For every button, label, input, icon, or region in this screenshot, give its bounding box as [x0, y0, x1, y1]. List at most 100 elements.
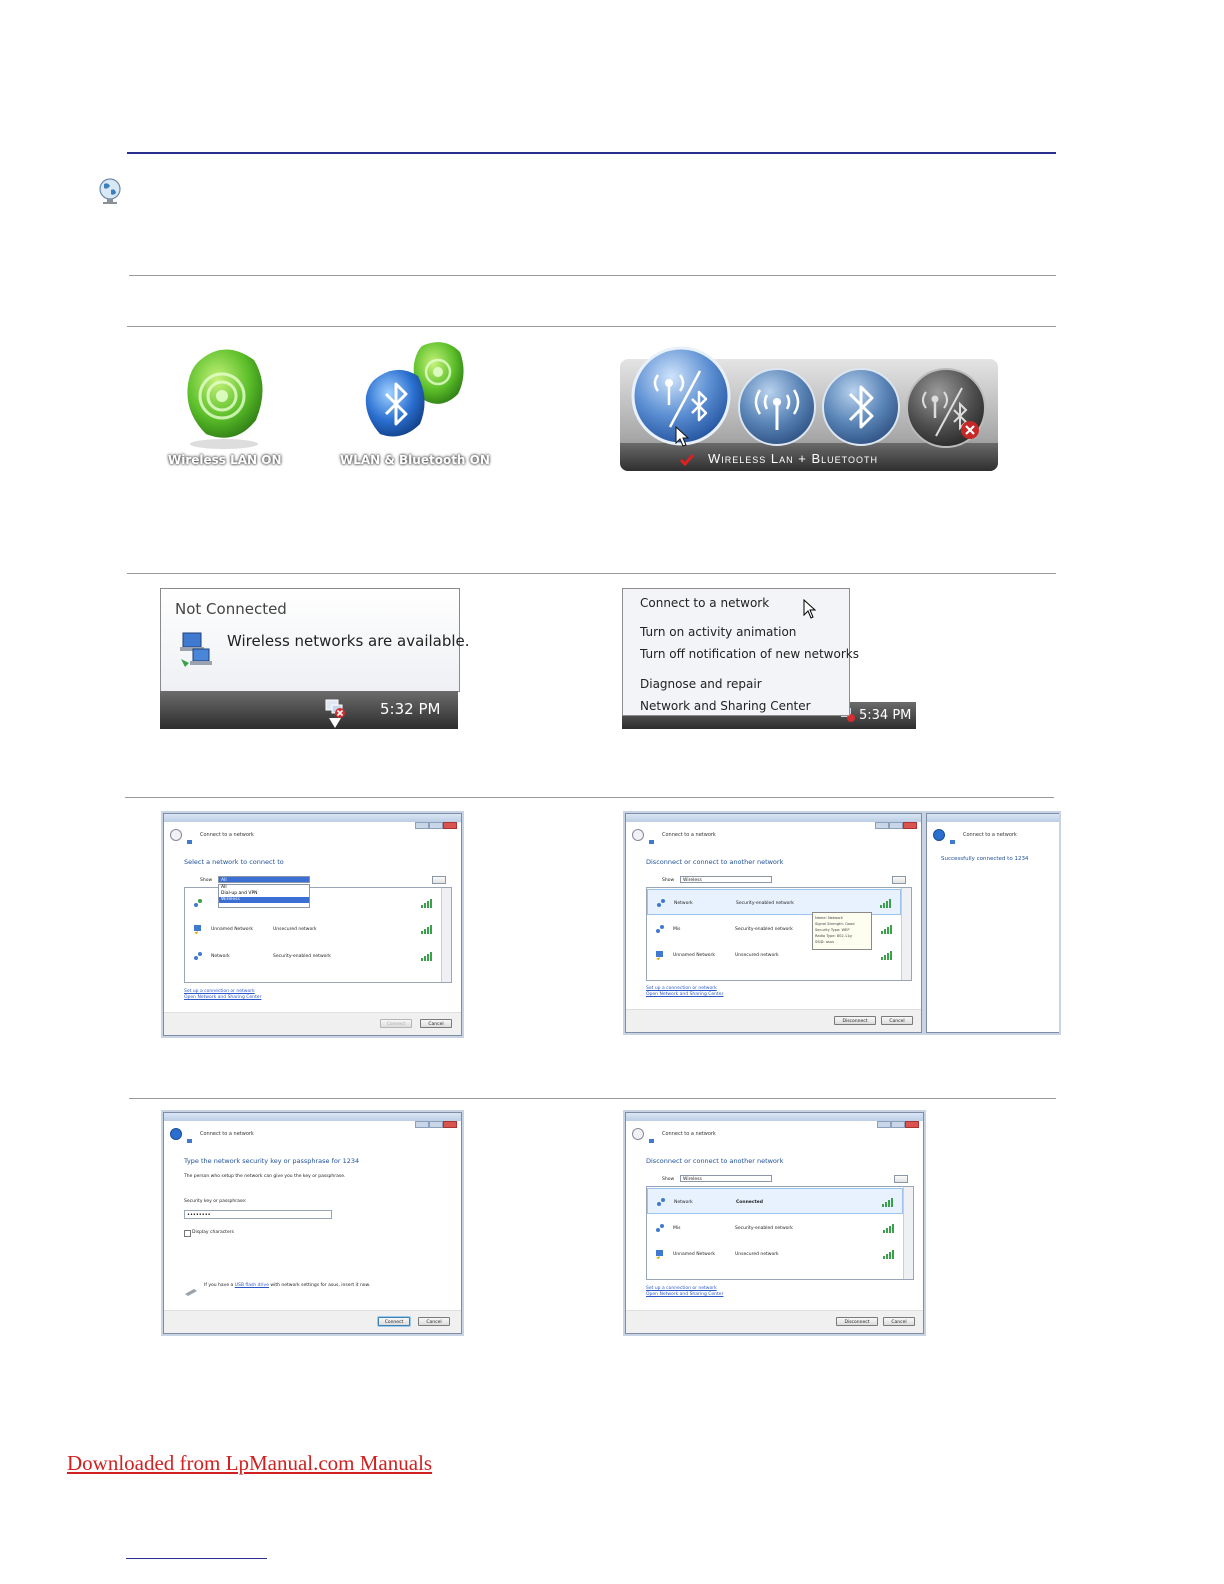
network-icon	[186, 1130, 193, 1143]
cancel-button[interactable]: Cancel	[418, 1317, 450, 1326]
network-tray-icon[interactable]	[324, 699, 346, 719]
cancel-button[interactable]: Cancel	[881, 1016, 913, 1025]
all-off-mode-icon[interactable]	[904, 366, 988, 450]
dialog-title: Connect to a network	[200, 832, 254, 838]
network-status: Connected	[736, 1200, 763, 1205]
setup-connection-link[interactable]: Set up a connection or network	[184, 989, 255, 994]
dialog-title: Connect to a network	[662, 1131, 716, 1137]
network-row[interactable]: Network Security-enabled network	[185, 943, 441, 969]
success-message: Successfully connected to 1234	[941, 856, 1029, 862]
wlan-bluetooth-on-icon	[360, 338, 470, 450]
network-icon	[656, 898, 666, 908]
section-rule	[127, 573, 1056, 574]
wlan-only-mode-icon[interactable]	[736, 366, 818, 448]
show-filter-select[interactable]: All	[218, 876, 310, 883]
section-rule	[127, 326, 1056, 327]
setup-connection-link[interactable]: Set up a connection or network	[646, 1286, 717, 1291]
network-icon	[648, 831, 655, 844]
connect-button[interactable]: Connect	[378, 1317, 410, 1326]
disconnect-button[interactable]: Disconnect	[836, 1317, 878, 1326]
network-row[interactable]: Unnamed Network Unsecured network	[185, 916, 441, 942]
network-name: Unnamed Network	[211, 927, 253, 932]
tray-clock: 5:32 PM	[380, 700, 441, 718]
network-sharing-center-link[interactable]: Open Network and Sharing Center	[646, 1292, 723, 1297]
section-rule	[129, 1098, 1056, 1099]
network-sharing-center-link[interactable]: Open Network and Sharing Center	[646, 992, 723, 997]
cancel-button[interactable]: Cancel	[883, 1317, 915, 1326]
network-status: Security-enabled network	[735, 927, 793, 932]
connect-button[interactable]: Connect	[380, 1019, 412, 1028]
usb-hint-prefix: If you have a	[204, 1283, 235, 1288]
network-row[interactable]: Mis Security-enabled network	[647, 1215, 903, 1241]
bluetooth-only-mode-icon[interactable]	[820, 366, 902, 448]
back-arrow-icon[interactable]	[632, 1128, 644, 1140]
signal-strength-icon	[421, 951, 435, 961]
network-icon	[193, 924, 203, 934]
dropdown-option[interactable]: Wireless	[219, 897, 309, 903]
signal-strength-icon	[880, 898, 894, 908]
tooltip-line: SSID: asus	[815, 940, 834, 944]
display-characters-checkbox[interactable]	[184, 1230, 191, 1237]
refresh-button[interactable]	[432, 876, 446, 884]
signal-strength-icon	[883, 1249, 897, 1259]
network-list: Network Connected Mis Security-enabled n…	[646, 1186, 914, 1280]
balloon-pointer	[329, 718, 341, 728]
list-scrollbar[interactable]	[901, 888, 911, 980]
show-filter-dropdown: All Dial-up and VPN Wireless	[218, 884, 310, 908]
network-sharing-center-link[interactable]: Open Network and Sharing Center	[184, 995, 261, 1000]
menu-item-notification-new-networks[interactable]: Turn off notification of new networks	[640, 647, 859, 661]
dialog-heading: Disconnect or connect to another network	[646, 858, 784, 866]
network-icon	[648, 1130, 655, 1143]
security-key-field[interactable]: ••••••••	[184, 1210, 332, 1219]
key-help-text: The person who setup the network can giv…	[184, 1174, 346, 1179]
tray-clock: 5:34 PM	[859, 708, 912, 723]
taskbar: 5:32 PM	[160, 691, 458, 729]
cancel-button[interactable]: Cancel	[420, 1019, 452, 1028]
usb-flash-drive-link[interactable]: USB flash drive	[235, 1283, 269, 1288]
checkmark-icon	[679, 451, 695, 467]
osd-mode-label: Wireless Lan + Bluetooth	[708, 451, 878, 466]
menu-item-network-sharing-center[interactable]: Network and Sharing Center	[640, 699, 811, 713]
network-row[interactable]: Unnamed Network Unsecured network	[647, 1241, 903, 1267]
disconnect-button[interactable]: Disconnect	[834, 1016, 876, 1025]
menu-item-connect-to-a-network[interactable]: Connect to a network	[640, 596, 769, 610]
setup-connection-link[interactable]: Set up a connection or network	[646, 986, 717, 991]
network-row[interactable]: Network Connected	[647, 1188, 903, 1214]
dialog-title: Connect to a network	[963, 832, 1017, 838]
signal-strength-icon	[882, 1197, 896, 1207]
show-filter-select[interactable]: Wireless	[680, 876, 772, 883]
usb-hint: If you have a USB flash drive with netwo…	[204, 1283, 370, 1288]
show-filter-select[interactable]: Wireless	[680, 1175, 772, 1182]
connect-network-dialog-disconnect: Connect to a network Disconnect or conne…	[625, 813, 922, 1033]
show-label: Show	[662, 878, 675, 883]
network-name: Network	[674, 901, 693, 906]
dialog-title: Connect to a network	[662, 832, 716, 838]
menu-item-diagnose-and-repair[interactable]: Diagnose and repair	[640, 677, 762, 691]
download-source-link[interactable]: Downloaded from LpManual.com Manuals	[67, 1451, 432, 1476]
network-icon	[949, 831, 956, 844]
section-rule	[129, 275, 1056, 276]
dialog-heading: Disconnect or connect to another network	[646, 1157, 784, 1165]
network-name: Network	[674, 1200, 693, 1205]
list-scrollbar[interactable]	[903, 1187, 913, 1279]
network-name: Network	[211, 954, 230, 959]
wlan-bluetooth-mode-icon[interactable]	[630, 345, 732, 447]
back-arrow-icon[interactable]	[933, 829, 945, 841]
connect-network-dialog-success: Connect to a network Successfully connec…	[926, 813, 1059, 1033]
signal-strength-icon	[881, 924, 895, 934]
footer-rule	[126, 1558, 267, 1559]
dialog-heading: Select a network to connect to	[184, 858, 284, 866]
list-scrollbar[interactable]	[441, 888, 451, 982]
dialog-footer: Connect Cancel	[164, 1012, 461, 1035]
back-arrow-icon[interactable]	[170, 1128, 182, 1140]
network-icon	[656, 1197, 666, 1207]
refresh-button[interactable]	[894, 1175, 908, 1183]
refresh-button[interactable]	[892, 876, 906, 884]
menu-item-activity-animation[interactable]: Turn on activity animation	[640, 625, 796, 639]
signal-strength-icon	[421, 924, 435, 934]
network-icon	[193, 951, 203, 961]
back-arrow-icon[interactable]	[170, 829, 182, 841]
network-icon	[655, 924, 665, 934]
not-connected-notification[interactable]: Not Connected Wireless networks are avai…	[160, 588, 470, 692]
back-arrow-icon[interactable]	[632, 829, 644, 841]
